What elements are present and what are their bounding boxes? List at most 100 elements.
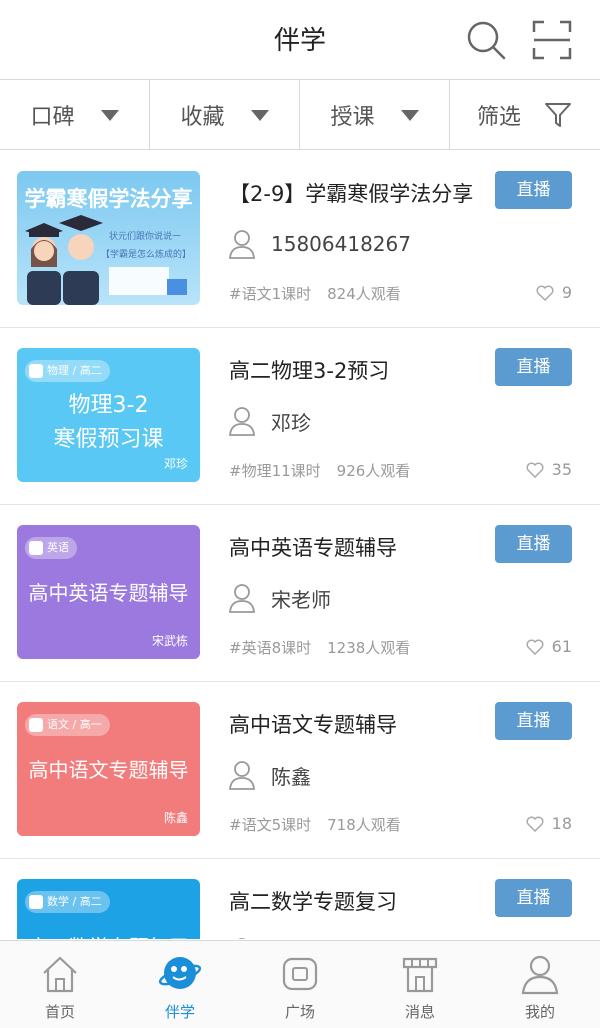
subject-tag: 数学 / 高二 bbox=[25, 891, 110, 913]
filter-bar: 口碑 收藏 授课 筛选 bbox=[0, 80, 600, 150]
filter-funnel-icon bbox=[545, 103, 571, 127]
thumb-line2: 寒假预习课 bbox=[53, 427, 164, 452]
live-button[interactable]: 直播 bbox=[495, 702, 572, 740]
tab-label: 首页 bbox=[44, 1003, 75, 1021]
thumb-line1: 高中语文专题辅导 bbox=[28, 758, 189, 782]
course-teacher: 陈鑫 bbox=[229, 760, 311, 790]
like-count[interactable]: 18 bbox=[526, 814, 572, 833]
course-list[interactable]: 学霸寒假学法分享 状元们跟你说说一 【学霸是怎么炼成的】 【2-9】学霸寒假学法… bbox=[0, 151, 600, 939]
teacher-name: 陈鑫 bbox=[271, 764, 311, 789]
course-item[interactable]: 语文 / 高一 高中语文专题辅导 陈鑫 高中语文专题辅导 陈鑫 #语文5课时 71… bbox=[0, 682, 600, 859]
course-title[interactable]: 【2-9】学霸寒假学法分享 bbox=[229, 178, 473, 208]
live-button[interactable]: 直播 bbox=[495, 348, 572, 386]
subject-hours: #语文5课时 bbox=[229, 816, 312, 834]
person-icon bbox=[229, 584, 255, 613]
course-thumbnail[interactable]: 数学 / 高二 高二数学专题复习 bbox=[17, 879, 200, 939]
live-button[interactable]: 直播 bbox=[495, 171, 572, 209]
filter-label: 筛选 bbox=[476, 105, 521, 130]
thumb-teacher: 邓珍 bbox=[163, 457, 188, 471]
course-thumbnail[interactable]: 英语 高中英语专题辅导 宋武栋 bbox=[17, 525, 200, 659]
like-number: 61 bbox=[551, 637, 572, 656]
heart-icon bbox=[526, 462, 544, 478]
teacher-name: 15806418267 bbox=[271, 232, 411, 256]
filter-label: 收藏 bbox=[180, 105, 225, 130]
dropdown-arrow-icon bbox=[100, 109, 119, 121]
course-item[interactable]: 学霸寒假学法分享 状元们跟你说说一 【学霸是怎么炼成的】 【2-9】学霸寒假学法… bbox=[0, 151, 600, 328]
subject-tag-icon bbox=[29, 541, 43, 555]
subject-tag-label: 数学 / 高二 bbox=[47, 895, 102, 908]
teacher-name: 邓珍 bbox=[271, 410, 311, 435]
thumb-teacher: 陈鑫 bbox=[163, 811, 188, 825]
filter-favorites[interactable]: 收藏 bbox=[150, 80, 300, 150]
person-icon bbox=[238, 938, 246, 939]
filter-teaching[interactable]: 授课 bbox=[300, 80, 450, 150]
course-meta: #物理11课时 926人观看 bbox=[229, 460, 410, 481]
course-title[interactable]: 高二物理3-2预习 bbox=[229, 355, 389, 385]
course-title[interactable]: 高中语文专题辅导 bbox=[229, 709, 397, 739]
course-teacher: 邓珍 bbox=[229, 406, 311, 436]
person-icon bbox=[229, 407, 255, 436]
tab-label: 我的 bbox=[524, 1003, 555, 1021]
course-thumbnail[interactable]: 学霸寒假学法分享 状元们跟你说说一 【学霸是怎么炼成的】 bbox=[17, 171, 200, 305]
tab-label: 广场 bbox=[284, 1003, 315, 1021]
like-count[interactable]: 9 bbox=[536, 283, 572, 302]
top-header: 伴学 bbox=[0, 0, 600, 80]
subject-tag: 英语 bbox=[25, 537, 77, 559]
course-item[interactable]: 英语 高中英语专题辅导 宋武栋 高中英语专题辅导 宋老师 #英语8课时 1238人… bbox=[0, 505, 600, 682]
course-title[interactable]: 高中英语专题辅导 bbox=[229, 532, 397, 562]
subject-hours: #语文1课时 bbox=[229, 285, 312, 303]
heart-icon bbox=[536, 285, 554, 301]
course-thumbnail[interactable]: 物理 / 高二 物理3-2 寒假预习课 邓珍 bbox=[17, 348, 200, 482]
graduates-illustration bbox=[25, 215, 187, 305]
home-icon bbox=[43, 956, 77, 993]
search-icon[interactable] bbox=[464, 18, 508, 62]
user-icon bbox=[521, 955, 559, 995]
person-icon bbox=[229, 761, 255, 790]
like-number: 18 bbox=[551, 814, 572, 833]
scan-icon[interactable] bbox=[530, 18, 574, 62]
like-count[interactable]: 35 bbox=[526, 460, 572, 479]
filter-screen[interactable]: 筛选 bbox=[450, 80, 600, 150]
subject-hours: #物理11课时 bbox=[229, 462, 321, 480]
square-icon bbox=[282, 957, 318, 991]
shop-icon bbox=[402, 957, 438, 993]
course-meta: #英语8课时 1238人观看 bbox=[229, 637, 410, 658]
course-title[interactable]: 高二数学专题复习 bbox=[229, 886, 397, 916]
tab-label: 消息 bbox=[404, 1003, 435, 1021]
viewer-count: 926人观看 bbox=[336, 462, 411, 480]
filter-label: 口碑 bbox=[30, 105, 75, 130]
tab-square[interactable]: 广场 bbox=[240, 941, 360, 1028]
course-teacher: 15806418267 bbox=[229, 229, 411, 259]
course-meta: #语文5课时 718人观看 bbox=[229, 814, 401, 835]
like-count[interactable]: 61 bbox=[526, 637, 572, 656]
subject-tag-label: 语文 / 高一 bbox=[47, 718, 102, 731]
viewer-count: 718人观看 bbox=[327, 816, 401, 834]
live-button[interactable]: 直播 bbox=[495, 525, 572, 563]
like-number: 9 bbox=[561, 283, 572, 302]
dropdown-arrow-icon bbox=[400, 109, 419, 121]
tab-label: 伴学 bbox=[164, 1003, 195, 1021]
person-icon bbox=[229, 230, 255, 259]
planet-mascot-icon bbox=[158, 957, 202, 989]
subject-hours: #英语8课时 bbox=[229, 639, 312, 657]
tab-profile[interactable]: 我的 bbox=[480, 941, 600, 1028]
course-item[interactable]: 物理 / 高二 物理3-2 寒假预习课 邓珍 高二物理3-2预习 邓珍 #物理1… bbox=[0, 328, 600, 505]
dropdown-arrow-icon bbox=[250, 109, 269, 121]
filter-reputation[interactable]: 口碑 bbox=[0, 80, 150, 150]
course-thumbnail[interactable]: 语文 / 高一 高中语文专题辅导 陈鑫 bbox=[17, 702, 200, 836]
teacher-name: 宋老师 bbox=[271, 587, 331, 612]
subject-tag-label: 物理 / 高二 bbox=[47, 364, 102, 377]
tab-home[interactable]: 首页 bbox=[0, 941, 120, 1028]
subject-tag: 语文 / 高一 bbox=[25, 714, 110, 736]
thumb-line1: 高二数学专题复习 bbox=[17, 931, 200, 939]
subject-tag-icon bbox=[29, 718, 43, 732]
course-item[interactable]: 数学 / 高二 高二数学专题复习 高二数学专题复习 直播 bbox=[0, 859, 600, 939]
thumb-teacher: 宋武栋 bbox=[151, 634, 188, 648]
subject-tag: 物理 / 高二 bbox=[25, 360, 110, 382]
course-teacher: 宋老师 bbox=[229, 583, 331, 613]
subject-tag-label: 英语 bbox=[47, 541, 69, 554]
course-meta: #语文1课时 824人观看 bbox=[229, 283, 401, 304]
tab-messages[interactable]: 消息 bbox=[360, 941, 480, 1028]
live-button[interactable]: 直播 bbox=[495, 879, 572, 917]
tab-study[interactable]: 伴学 bbox=[120, 941, 240, 1028]
